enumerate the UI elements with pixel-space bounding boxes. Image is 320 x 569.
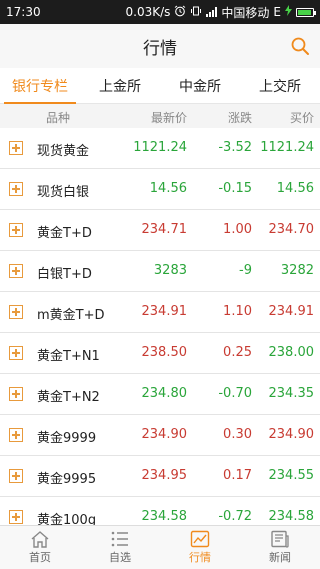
column-change: 涨跌 xyxy=(227,111,252,125)
item-bid: 1121.24 xyxy=(260,140,314,155)
add-watchlist-icon[interactable] xyxy=(9,141,23,155)
item-name: 白银T+D xyxy=(37,267,92,282)
add-watchlist-icon[interactable] xyxy=(9,346,23,360)
item-change: 0.30 xyxy=(223,427,252,442)
battery-icon xyxy=(296,7,316,17)
alarm-icon xyxy=(174,5,186,20)
charging-icon xyxy=(285,5,292,19)
item-bid: 234.91 xyxy=(268,304,315,319)
nav-market-label: 行情 xyxy=(189,551,211,564)
network-type: E xyxy=(273,5,281,19)
item-name: 黄金9999 xyxy=(37,431,97,446)
list-item[interactable]: 黄金T+N1 238.50 0.25 238.00 xyxy=(0,333,320,374)
item-price: 234.91 xyxy=(141,304,188,319)
nav-watchlist[interactable]: 自选 xyxy=(80,526,160,569)
column-price: 最新价 xyxy=(150,111,187,125)
news-icon xyxy=(271,530,289,548)
list-item[interactable]: 白银T+D 3283 -9 3282 xyxy=(0,251,320,292)
nav-news[interactable]: 新闻 xyxy=(240,526,320,569)
item-price: 234.90 xyxy=(141,427,188,442)
list-item[interactable]: 黄金9999 234.90 0.30 234.90 xyxy=(0,415,320,456)
add-watchlist-icon[interactable] xyxy=(9,428,23,442)
item-bid: 238.00 xyxy=(268,345,315,360)
item-bid: 234.35 xyxy=(268,386,315,401)
bottom-nav: 首页 自选 行情 新闻 xyxy=(0,525,320,569)
header-bar: 行情 xyxy=(0,24,320,68)
status-time: 17:30 xyxy=(6,5,41,19)
tab-bank[interactable]: 银行专栏 xyxy=(0,68,80,104)
add-watchlist-icon[interactable] xyxy=(9,305,23,319)
item-price: 14.56 xyxy=(149,181,187,196)
item-change: -0.15 xyxy=(218,181,252,196)
item-change: -0.72 xyxy=(218,509,252,524)
list-item[interactable]: 现货黄金 1121.24 -3.52 1121.24 xyxy=(0,128,320,169)
nav-watchlist-label: 自选 xyxy=(109,551,131,564)
status-right: 0.03K/s 中国移动 E xyxy=(125,4,316,21)
item-bid: 234.70 xyxy=(268,222,315,237)
item-bid: 3282 xyxy=(280,263,314,278)
item-name: 现货黄金 xyxy=(37,144,90,159)
item-name: 黄金100g xyxy=(37,513,97,525)
list-item[interactable]: 黄金T+N2 234.80 -0.70 234.35 xyxy=(0,374,320,415)
status-bar: 17:30 0.03K/s 中国移动 E xyxy=(0,0,320,24)
add-watchlist-icon[interactable] xyxy=(9,264,23,278)
signal-icon xyxy=(206,7,218,17)
item-change: 0.25 xyxy=(223,345,252,360)
vibrate-icon xyxy=(190,5,202,20)
item-bid: 14.56 xyxy=(276,181,314,196)
tab-cffex[interactable]: 中金所 xyxy=(160,68,240,103)
item-name: 黄金9995 xyxy=(37,472,97,487)
column-bid: 买价 xyxy=(289,111,314,125)
item-price: 238.50 xyxy=(141,345,188,360)
app-screen: 17:30 0.03K/s 中国移动 E 行情 银行专栏 上金所 中金所 上交所… xyxy=(0,0,320,569)
item-change: 1.10 xyxy=(223,304,252,319)
home-icon xyxy=(31,531,49,548)
tab-sge[interactable]: 上金所 xyxy=(80,68,160,103)
nav-news-label: 新闻 xyxy=(269,551,291,564)
add-watchlist-icon[interactable] xyxy=(9,510,23,524)
item-bid: 234.58 xyxy=(268,509,315,524)
item-bid: 234.90 xyxy=(268,427,315,442)
nav-home-label: 首页 xyxy=(29,551,51,564)
list-item[interactable]: 黄金T+D 234.71 1.00 234.70 xyxy=(0,210,320,251)
chart-icon xyxy=(190,530,210,548)
network-speed: 0.03K/s xyxy=(125,5,171,19)
item-change: 1.00 xyxy=(223,222,252,237)
item-name: m黄金T+D xyxy=(37,308,105,323)
item-price: 234.80 xyxy=(141,386,188,401)
add-watchlist-icon[interactable] xyxy=(9,387,23,401)
add-watchlist-icon[interactable] xyxy=(9,223,23,237)
item-price: 3283 xyxy=(153,263,187,278)
nav-home[interactable]: 首页 xyxy=(0,526,80,569)
list-icon xyxy=(111,531,128,547)
item-change: -3.52 xyxy=(218,140,252,155)
item-bid: 234.55 xyxy=(268,468,315,483)
column-header: 品种 最新价 涨跌 买价 xyxy=(0,104,320,128)
item-name: 现货白银 xyxy=(37,185,90,200)
item-price: 234.95 xyxy=(141,468,188,483)
item-change: -9 xyxy=(239,263,252,278)
item-name: 黄金T+D xyxy=(37,226,92,241)
list-item[interactable]: 现货白银 14.56 -0.15 14.56 xyxy=(0,169,320,210)
add-watchlist-icon[interactable] xyxy=(9,182,23,196)
item-change: -0.70 xyxy=(218,386,252,401)
item-price: 234.71 xyxy=(141,222,188,237)
item-name: 黄金T+N2 xyxy=(37,390,100,405)
page-title: 行情 xyxy=(143,38,177,59)
column-name: 品种 xyxy=(46,111,71,125)
carrier-label: 中国移动 xyxy=(221,5,270,20)
list-item[interactable]: 黄金100g 234.58 -0.72 234.58 xyxy=(0,497,320,525)
item-change: 0.17 xyxy=(223,468,252,483)
tab-sse[interactable]: 上交所 xyxy=(240,68,320,103)
list-item[interactable]: m黄金T+D 234.91 1.10 234.91 xyxy=(0,292,320,333)
add-watchlist-icon[interactable] xyxy=(9,469,23,483)
quote-list[interactable]: 现货黄金 1121.24 -3.52 1121.24 现货白银 14.56 -0.15 14.… xyxy=(0,128,320,525)
item-name: 黄金T+N1 xyxy=(37,349,100,364)
nav-market[interactable]: 行情 xyxy=(160,526,240,569)
item-price: 1121.24 xyxy=(133,140,187,155)
search-icon[interactable] xyxy=(290,36,310,56)
item-price: 234.58 xyxy=(141,509,188,524)
market-tabs: 银行专栏 上金所 中金所 上交所 xyxy=(0,68,320,104)
list-item[interactable]: 黄金9995 234.95 0.17 234.55 xyxy=(0,456,320,497)
